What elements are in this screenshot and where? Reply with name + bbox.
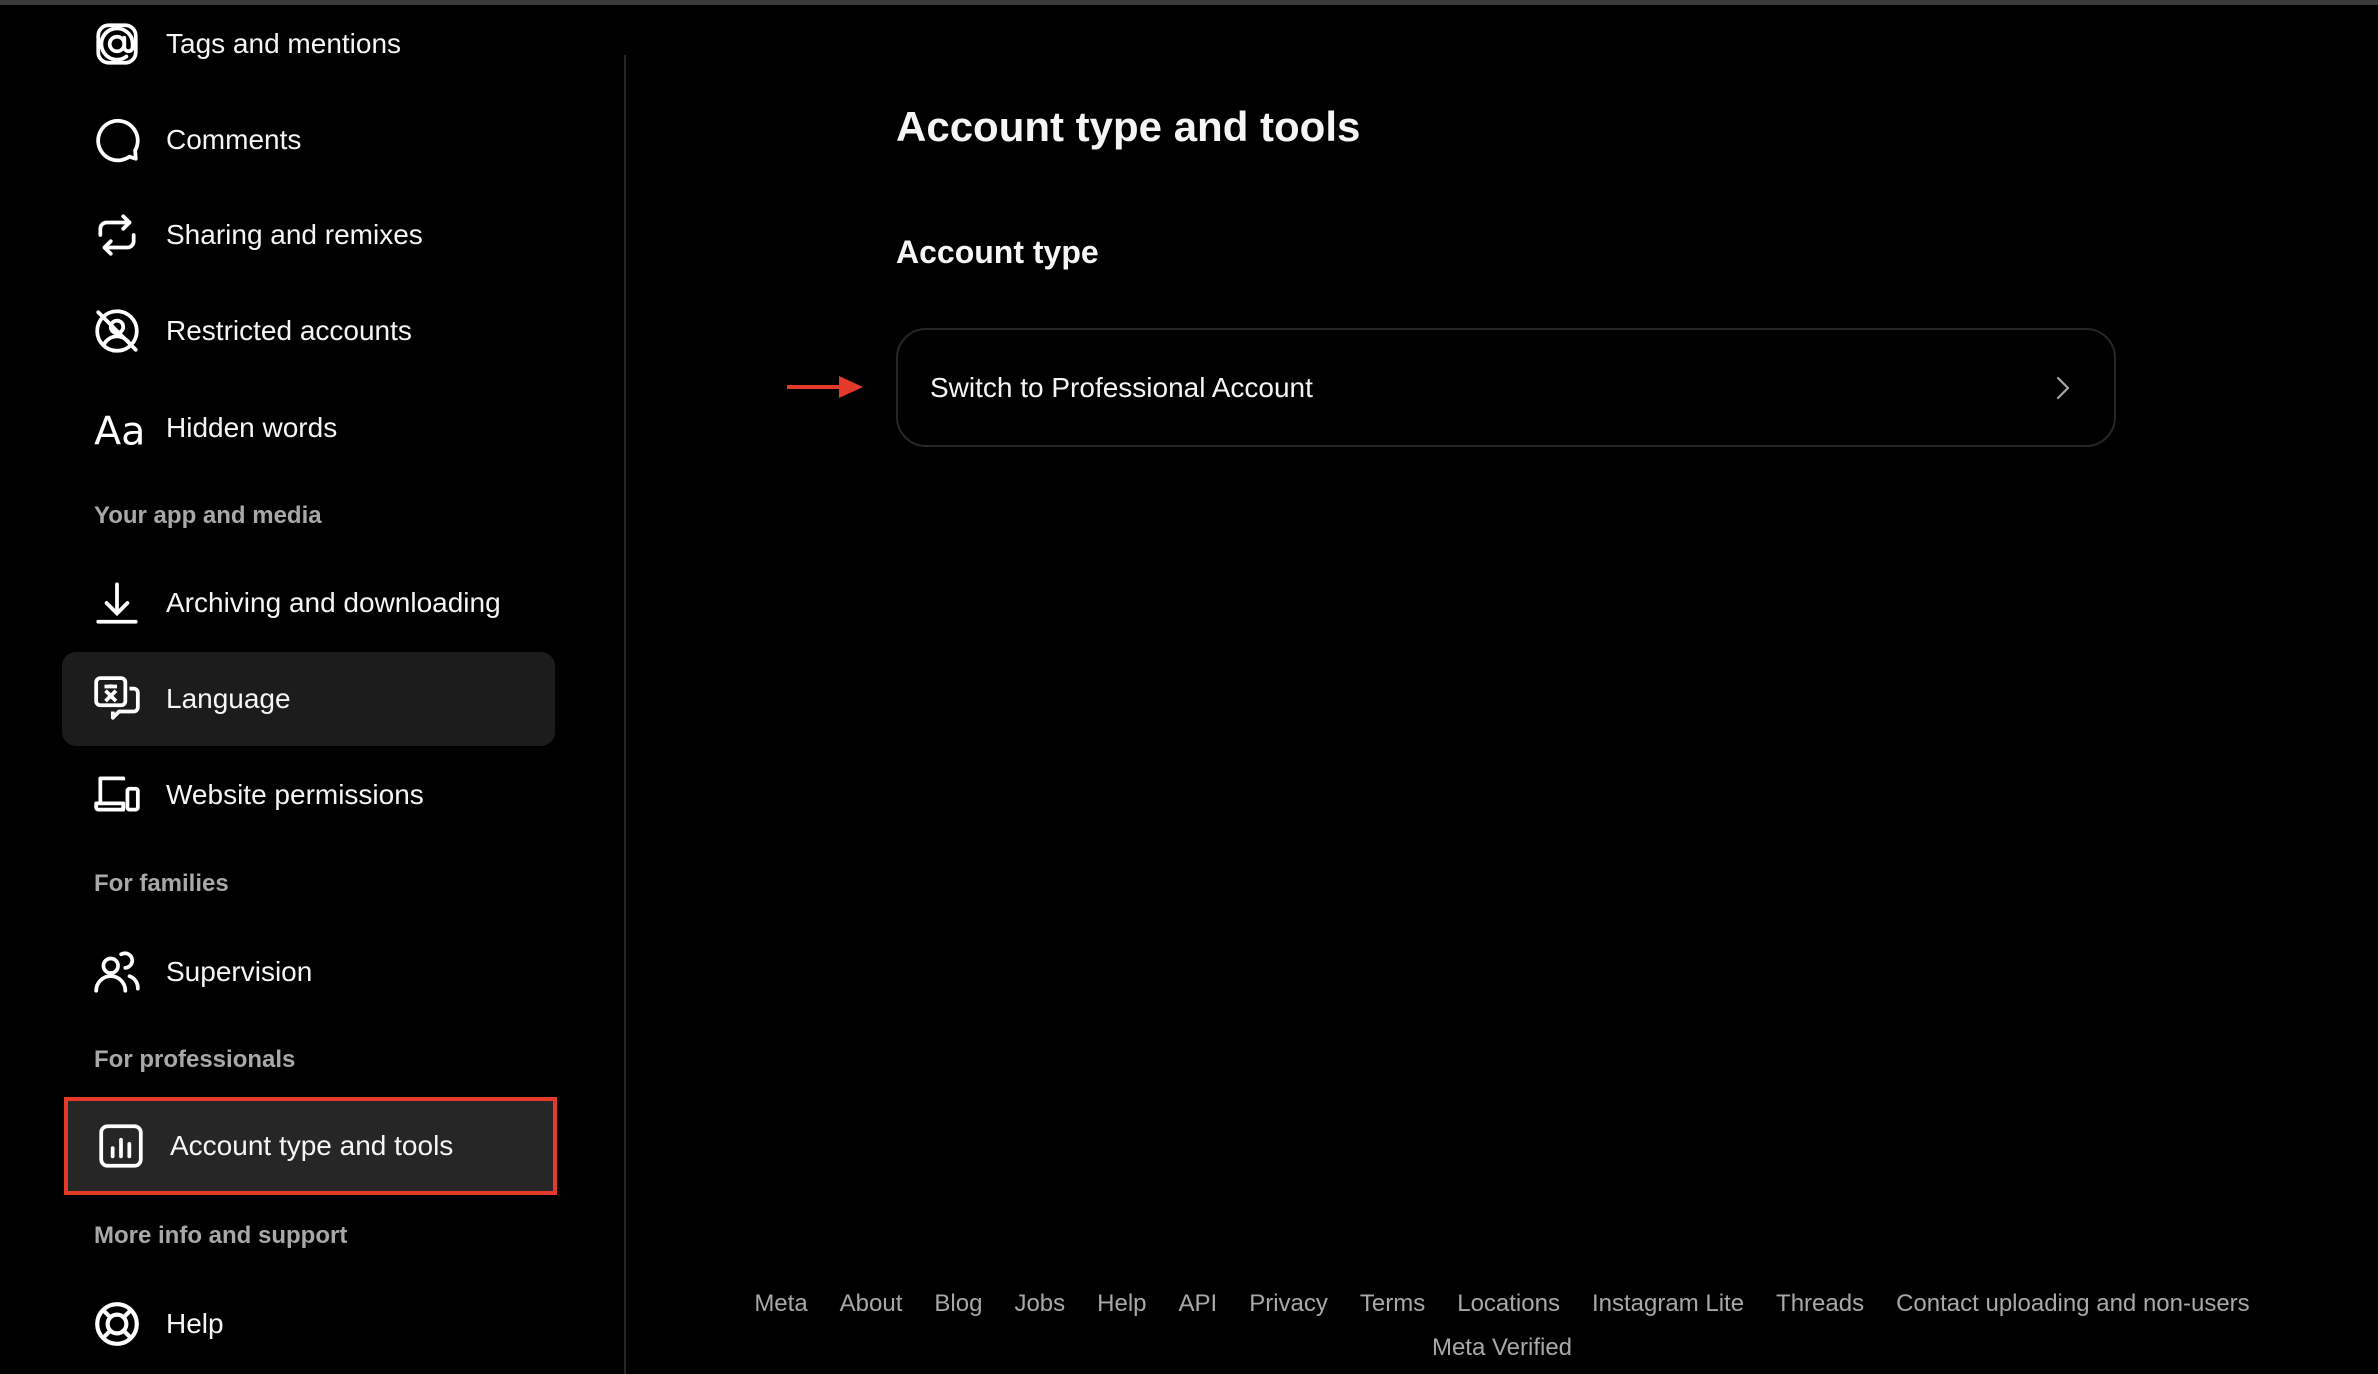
sidebar-item-language[interactable]: Language — [62, 652, 555, 746]
devices-icon — [92, 770, 142, 820]
sidebar-item-label: Language — [166, 683, 291, 714]
lifebuoy-icon — [92, 1299, 142, 1349]
footer-link[interactable]: Meta Verified — [1432, 1334, 1572, 1362]
section-title: Account type — [896, 234, 1099, 270]
download-icon — [92, 578, 142, 628]
footer-link[interactable]: Threads — [1776, 1290, 1864, 1318]
at-sign-icon — [92, 19, 142, 69]
footer-link[interactable]: About — [840, 1290, 903, 1318]
switch-button-label: Switch to Professional Account — [930, 371, 1313, 403]
footer-link[interactable]: Blog — [934, 1290, 982, 1318]
repost-icon — [92, 210, 142, 260]
footer-link[interactable]: Jobs — [1014, 1290, 1065, 1318]
footer-links: Meta About Blog Jobs Help API Privacy Terms Loca… — [626, 1290, 2378, 1318]
footer-link[interactable]: Help — [1097, 1290, 1146, 1318]
sidebar-item-comments[interactable]: Comments — [62, 93, 555, 187]
sidebar-item-label: Supervision — [166, 956, 313, 987]
restricted-icon — [92, 306, 142, 356]
sidebar-item-label: Archiving and downloading — [166, 587, 501, 618]
sidebar-section-header: For professionals — [94, 1046, 296, 1073]
chart-icon — [96, 1121, 146, 1171]
sidebar-item-website-permissions[interactable]: Website permissions — [62, 748, 555, 842]
footer-link[interactable]: Terms — [1360, 1290, 1425, 1318]
footer-links-secondary: Meta Verified — [626, 1334, 2378, 1362]
footer-link[interactable]: Instagram Lite — [1592, 1290, 1744, 1318]
footer-link[interactable]: API — [1179, 1290, 1218, 1318]
sidebar-divider — [624, 55, 626, 1374]
sidebar-item-label: Account type and tools — [170, 1130, 454, 1161]
sidebar-item-hidden-words[interactable]: Aa Hidden words — [62, 381, 555, 475]
text-aa-icon: Aa — [92, 403, 145, 455]
sidebar-item-label: Restricted accounts — [166, 315, 412, 346]
sidebar-item-tags-and-mentions[interactable]: Tags and mentions — [62, 0, 555, 91]
svg-text:Aa: Aa — [94, 409, 142, 453]
sidebar-section-header: More info and support — [94, 1222, 348, 1249]
sidebar-item-label: Comments — [166, 124, 302, 155]
footer: Meta About Blog Jobs Help API Privacy Terms Loca… — [626, 1290, 2378, 1362]
footer-link[interactable]: Locations — [1457, 1290, 1560, 1318]
sidebar-item-label: Sharing and remixes — [166, 219, 423, 250]
footer-link[interactable]: Meta — [754, 1290, 807, 1318]
people-icon — [92, 947, 142, 997]
sidebar-section-header: Your app and media — [94, 502, 322, 529]
page-title: Account type and tools — [896, 103, 1361, 150]
sidebar-item-label: Tags and mentions — [166, 28, 402, 59]
sidebar-item-help[interactable]: Help — [62, 1277, 555, 1371]
sidebar-item-archiving-and-downloading[interactable]: Archiving and downloading — [62, 556, 555, 650]
sidebar-item-label: Help — [166, 1308, 224, 1339]
sidebar-item-account-type-and-tools[interactable]: Account type and tools — [64, 1097, 557, 1195]
footer-link[interactable]: Contact uploading and non-users — [1896, 1290, 2250, 1318]
sidebar-section-header: For families — [94, 870, 229, 897]
sidebar-item-sharing-and-remixes[interactable]: Sharing and remixes — [62, 188, 555, 282]
translate-icon — [92, 674, 142, 724]
sidebar-item-label: Website permissions — [166, 779, 424, 810]
sidebar-item-supervision[interactable]: Supervision — [62, 925, 555, 1019]
sidebar-item-restricted-accounts[interactable]: Restricted accounts — [62, 284, 555, 378]
comment-icon — [92, 115, 142, 165]
sidebar-item-label: Hidden words — [166, 412, 338, 443]
footer-link[interactable]: Privacy — [1249, 1290, 1328, 1318]
annotation-arrow-icon — [787, 376, 863, 398]
switch-to-professional-account-button[interactable]: Switch to Professional Account — [896, 328, 2116, 447]
chevron-right-icon — [2056, 376, 2070, 399]
